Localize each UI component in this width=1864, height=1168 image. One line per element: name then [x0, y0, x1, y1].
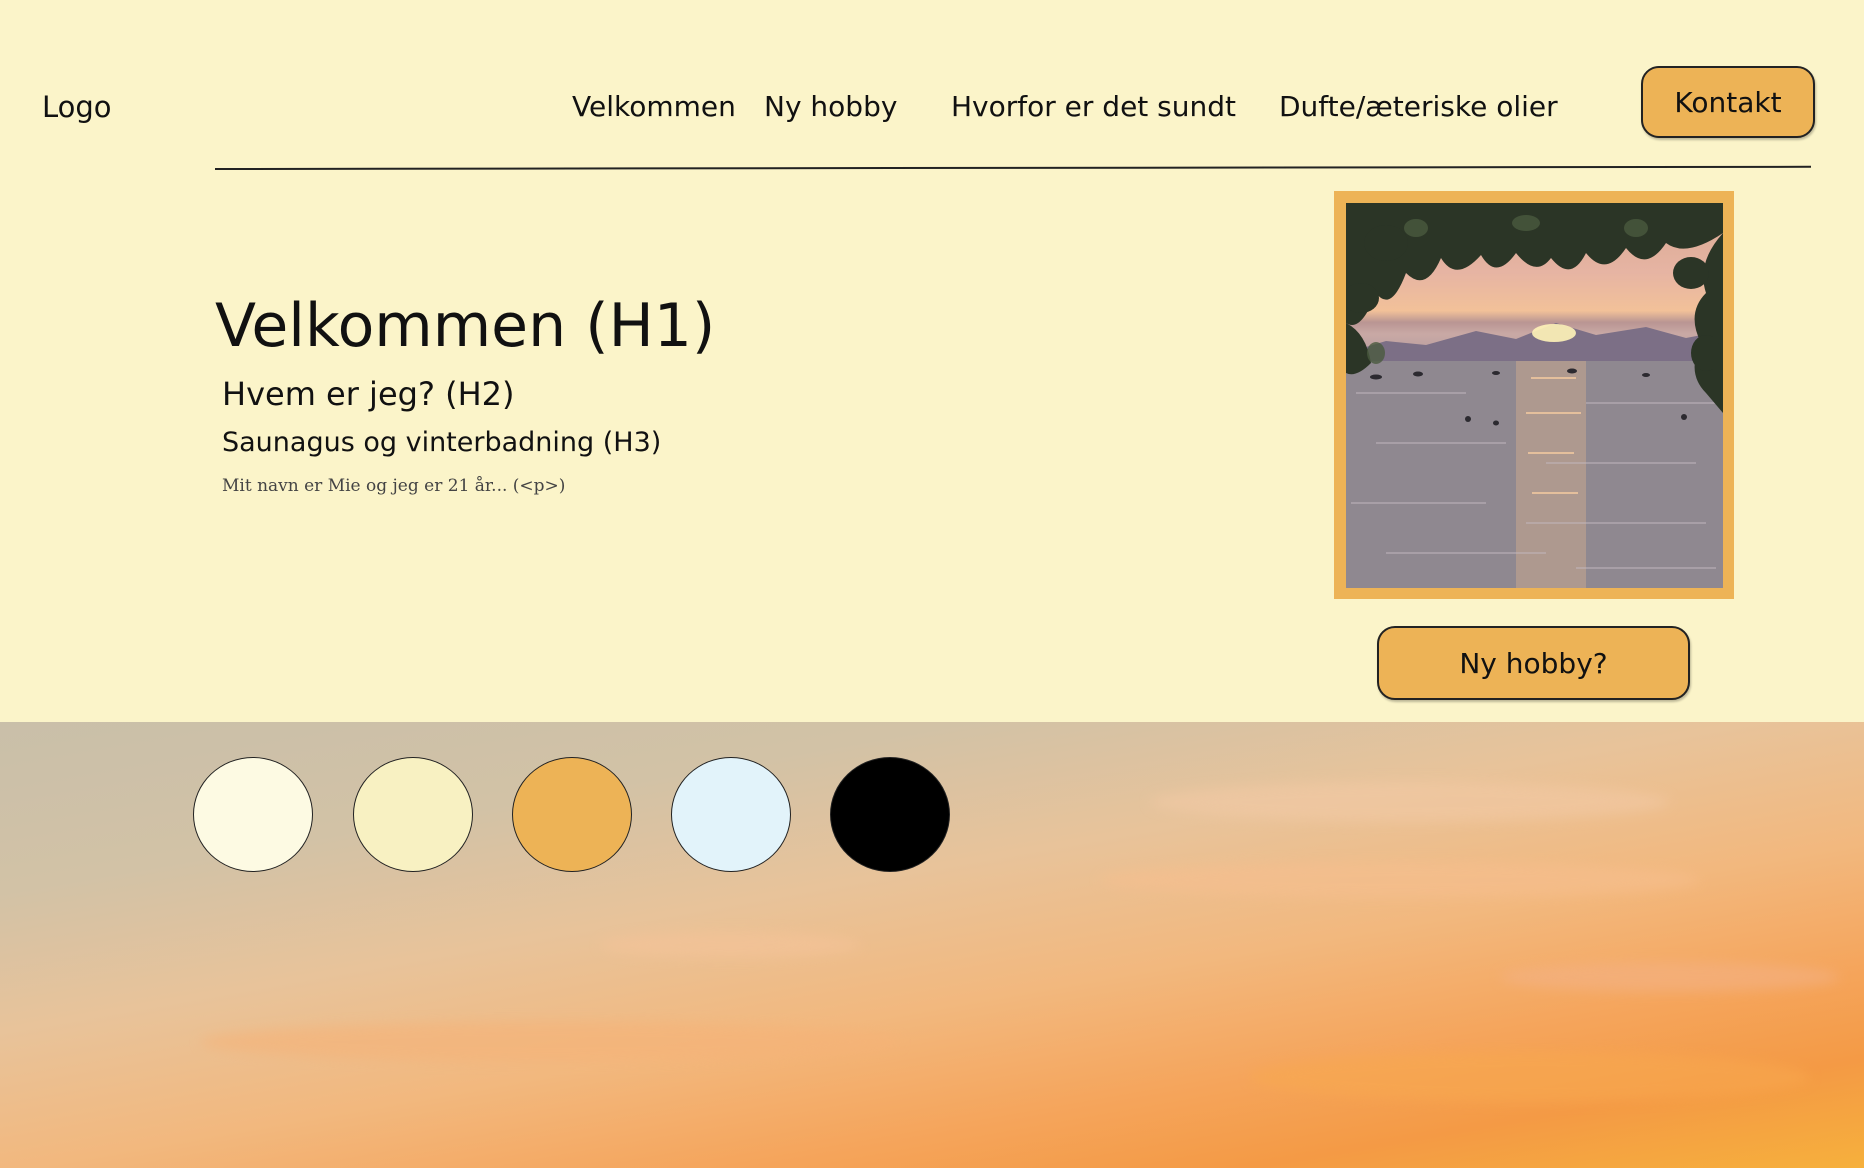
contact-button[interactable]: Kontakt: [1641, 66, 1815, 138]
sunset-over-lake-image: [1346, 203, 1723, 588]
hero-section: Logo Velkommen Ny hobby Hvorfor er det s…: [0, 0, 1864, 722]
intro-paragraph: Mit navn er Mie og jeg er 21 år... (<p>): [222, 476, 566, 496]
new-hobby-button[interactable]: Ny hobby?: [1377, 626, 1690, 700]
page-title: Velkommen (H1): [215, 291, 716, 361]
cloud: [1250, 1052, 1810, 1102]
cloud: [200, 1022, 900, 1062]
cloud: [1500, 962, 1840, 992]
cloud: [1100, 862, 1700, 898]
header-divider: [214, 165, 1811, 170]
nav-item-dufte[interactable]: Dufte/æteriske olier: [1279, 88, 1558, 126]
cloud: [600, 932, 860, 958]
nav-item-hvorfor-er-det-sundt[interactable]: Hvorfor er det sundt: [951, 88, 1236, 126]
photo-frame: [1334, 191, 1734, 599]
nav-item-velkommen[interactable]: Velkommen: [572, 88, 736, 126]
color-swatch-orange: [512, 757, 632, 872]
color-swatch-light-blue: [671, 757, 791, 872]
color-swatch-light-yellow: [353, 757, 473, 872]
color-swatch-cream: [193, 757, 313, 872]
nav-item-ny-hobby[interactable]: Ny hobby: [764, 88, 897, 126]
page: Logo Velkommen Ny hobby Hvorfor er det s…: [0, 0, 1864, 1168]
cloud: [1150, 782, 1670, 822]
subheading-h3: Saunagus og vinterbadning (H3): [222, 427, 662, 458]
subheading-h2: Hvem er jeg? (H2): [222, 375, 515, 413]
logo[interactable]: Logo: [42, 88, 112, 126]
color-swatch-black: [830, 757, 950, 872]
